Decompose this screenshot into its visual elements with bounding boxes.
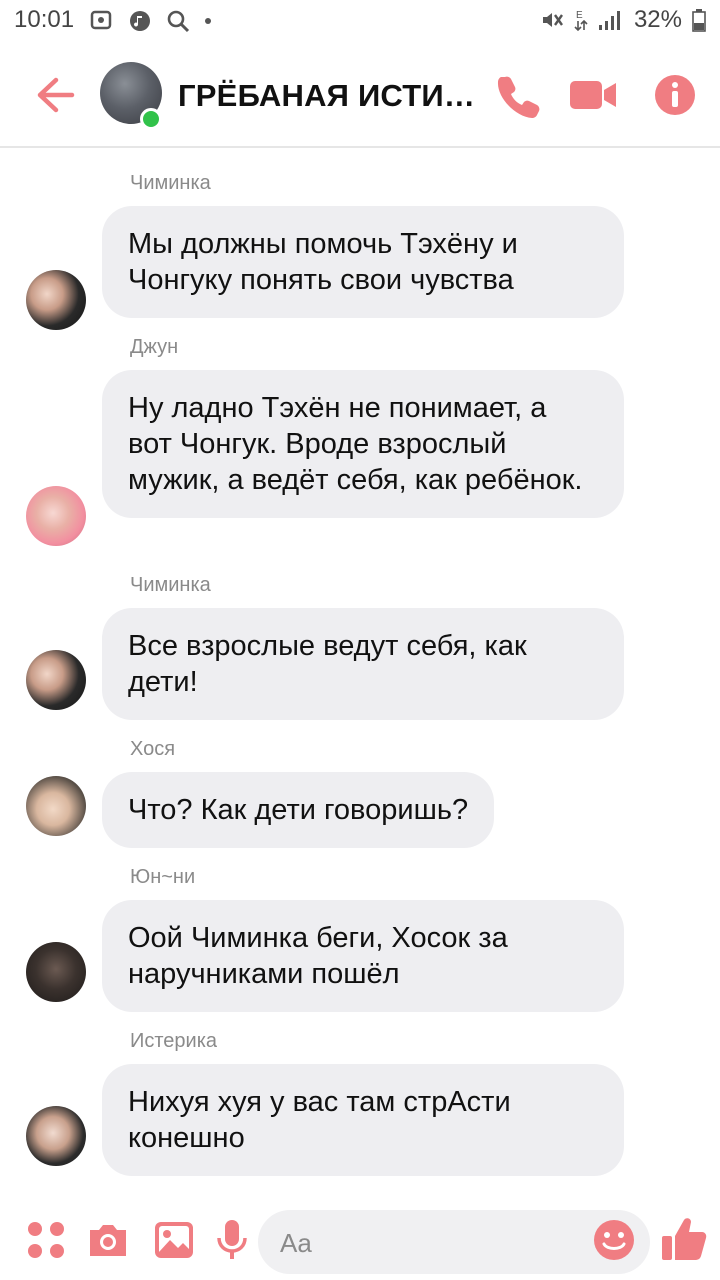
- notification-icon: [88, 8, 114, 34]
- avatar[interactable]: [26, 486, 86, 546]
- avatar[interactable]: [26, 776, 86, 836]
- message-bubble[interactable]: Нихуя хуя у вас там стрАсти конешно: [102, 1064, 624, 1176]
- image-icon[interactable]: [152, 1218, 196, 1262]
- music-icon: [128, 9, 152, 33]
- message-composer: Aa: [0, 1200, 720, 1280]
- message-bubble[interactable]: Что? Как дети говоришь?: [102, 772, 495, 848]
- info-icon[interactable]: [652, 72, 698, 118]
- avatar[interactable]: [26, 650, 86, 710]
- battery-icon: [692, 8, 706, 32]
- status-bar: 10:01 E 32%: [0, 0, 720, 44]
- thumbs-up-icon[interactable]: [660, 1214, 708, 1264]
- message-bubble[interactable]: Мы должны помочь Тэхёну и Чонгуку понять…: [102, 206, 624, 318]
- message-input-placeholder: Aa: [280, 1228, 312, 1258]
- avatar[interactable]: [26, 942, 86, 1002]
- sender-name: Истерика: [130, 1030, 218, 1052]
- chat-header: ГРЁБАНАЯ ИСТИН…: [0, 44, 720, 148]
- message-bubble[interactable]: Ну ладно Тэхён не понимает, а вот Чонгук…: [102, 370, 624, 518]
- signal-icon: [598, 9, 624, 31]
- camera-icon[interactable]: [86, 1218, 130, 1262]
- online-status-indicator: [140, 108, 162, 130]
- sender-name: Чиминка: [130, 172, 211, 194]
- microphone-icon[interactable]: [212, 1218, 256, 1262]
- phone-icon[interactable]: [496, 72, 542, 118]
- apps-icon[interactable]: [24, 1218, 68, 1262]
- sender-name: Джун: [130, 336, 179, 358]
- mute-icon: [540, 9, 564, 31]
- dot-icon: [204, 17, 212, 25]
- back-arrow-icon[interactable]: [34, 74, 76, 116]
- avatar[interactable]: [26, 270, 86, 330]
- battery-level: 32%: [633, 6, 682, 33]
- message-bubble[interactable]: Все взрослые ведут себя, как дети!: [102, 608, 624, 720]
- message-bubble[interactable]: Оой Чиминка беги, Хосок за наручниками п…: [102, 900, 624, 1012]
- emoji-icon[interactable]: [592, 1218, 636, 1262]
- video-camera-icon[interactable]: [568, 72, 618, 118]
- svg-text:E: E: [576, 10, 583, 21]
- sender-name: Хося: [130, 738, 176, 760]
- status-time: 10:01: [14, 6, 75, 33]
- sender-name: Юн~ни: [130, 866, 196, 888]
- data-icon: E: [574, 8, 588, 32]
- sender-name: Чиминка: [130, 574, 211, 596]
- message-list[interactable]: Чиминка Мы должны помочь Тэхёну и Чонгук…: [0, 150, 720, 1200]
- avatar[interactable]: [26, 1106, 86, 1166]
- chat-title[interactable]: ГРЁБАНАЯ ИСТИН…: [178, 78, 488, 114]
- search-icon: [166, 9, 190, 33]
